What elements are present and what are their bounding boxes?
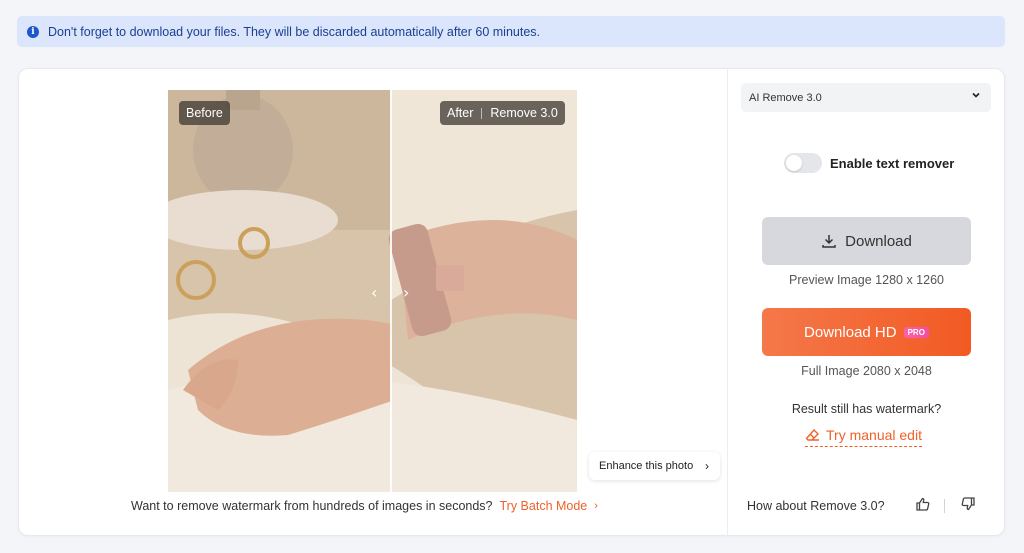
result-card: ‹ › Before After Remove 3.0 Enhance this… [18,68,1005,536]
download-hd-button[interactable]: Download HD PRO [762,308,971,356]
notice-text: Don't forget to download your files. The… [48,24,540,39]
comparison-slider[interactable] [390,90,392,492]
before-image [168,90,391,492]
download-hd-label: Download HD [804,323,897,341]
tag-separator [481,107,483,119]
full-image-caption: Full Image 2080 x 2048 [801,364,932,378]
model-select-value: AI Remove 3.0 [749,91,822,104]
chevron-right-icon: › [705,459,709,473]
feedback-separator [944,499,945,513]
notice-banner: i Don't forget to download your files. T… [17,16,1005,47]
text-remover-label: Enable text remover [830,155,955,171]
feedback-question: How about Remove 3.0? [747,499,885,513]
before-tag: Before [179,101,230,125]
chevron-down-icon [971,90,981,103]
thumbs-up-icon[interactable] [916,497,930,511]
batch-promo: Want to remove watermark from hundreds o… [131,499,598,513]
download-icon [821,233,837,249]
image-comparison[interactable]: ‹ › Before After Remove 3.0 [168,90,577,492]
after-tag-model: Remove 3.0 [490,106,558,120]
eraser-icon [805,428,820,443]
slide-left-arrow[interactable]: ‹ [371,283,377,302]
preview-caption: Preview Image 1280 x 1260 [789,273,944,287]
batch-mode-link[interactable]: Try Batch Mode [500,499,588,513]
download-button[interactable]: Download [762,217,971,265]
toggle-knob [786,155,802,171]
after-tag-label: After [447,106,474,120]
text-remover-toggle[interactable] [784,153,822,173]
after-image [391,90,577,492]
panel-divider [727,69,728,535]
pro-badge: PRO [903,326,929,338]
enhance-label: Enhance this photo [599,460,694,472]
still-watermark-text: Result still has watermark? [791,402,942,416]
thumbs-down-icon[interactable] [961,497,975,511]
text-remover-row: Enable text remover [784,153,954,173]
after-tag: After Remove 3.0 [440,101,565,125]
manual-edit-label: Try manual edit [826,427,922,443]
manual-edit-link[interactable]: Try manual edit [805,427,922,447]
batch-text: Want to remove watermark from hundreds o… [131,499,493,513]
download-label: Download [845,232,912,250]
slide-right-arrow[interactable]: › [403,283,409,302]
model-select[interactable]: AI Remove 3.0 [741,83,991,112]
before-tag-label: Before [186,106,223,120]
enhance-photo-button[interactable]: Enhance this photo › [589,452,720,480]
chevron-right-icon: › [594,500,598,512]
info-icon: i [27,25,39,38]
